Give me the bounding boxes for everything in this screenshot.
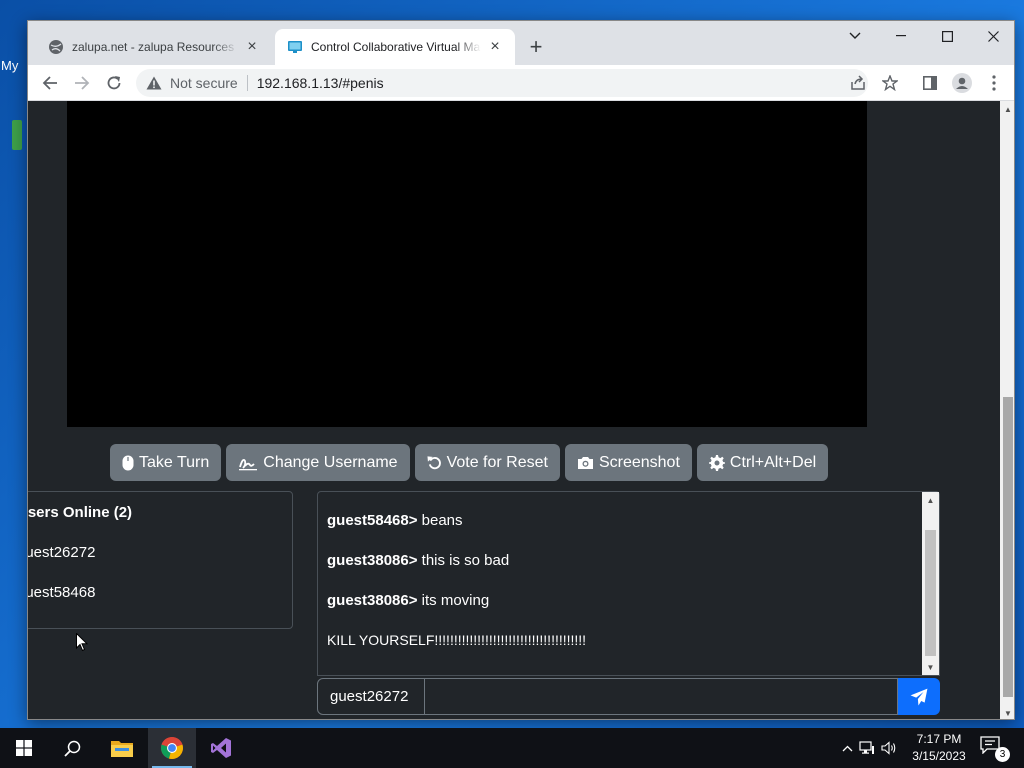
tab-zalupa[interactable]: zalupa.net - zalupa Resources and × [36,29,272,65]
browser-window: zalupa.net - zalupa Resources and × Cont… [27,20,1015,720]
ctrl-alt-del-label: Ctrl+Alt+Del [729,453,817,471]
chat-text: its moving [421,592,490,609]
profile-avatar-icon[interactable] [948,69,976,97]
taskbar-clock[interactable]: 7:17 PM 3/15/2023 [905,731,973,765]
chrome-taskbar-button[interactable] [148,728,196,768]
search-icon [63,740,80,757]
gear-icon [708,454,725,471]
tab-search-icon[interactable] [832,25,878,47]
start-button[interactable] [0,728,48,768]
close-tab-icon[interactable]: × [487,38,503,55]
vote-reset-label: Vote for Reset [446,453,548,471]
take-turn-label: Take Turn [139,453,210,471]
clock-date: 3/15/2023 [912,749,966,763]
change-username-label: Change Username [263,453,398,471]
windows-logo-icon [16,740,32,756]
user-list-item[interactable]: guest58468 [28,584,95,601]
folder-icon [111,741,133,757]
minimize-button[interactable] [878,25,924,47]
network-icon[interactable] [856,741,878,755]
chat-scrollbar[interactable]: ▲ ▼ [922,492,939,675]
screenshot-button[interactable]: Screenshot [564,444,692,481]
close-tab-icon[interactable]: × [244,38,260,55]
chat-scroll-thumb[interactable] [925,530,936,656]
chat-text: this is so bad [421,552,510,569]
tab-title: Control Collaborative Virtual Machine [311,40,481,54]
chat-username: guest58468> [327,512,418,529]
ctrl-alt-del-button[interactable]: Ctrl+Alt+Del [696,444,829,481]
chat-panel: guest58468> beans guest38086> this is so… [317,491,940,676]
tab-strip: zalupa.net - zalupa Resources and × Cont… [28,21,1014,65]
scroll-down-arrow-icon[interactable]: ▼ [922,659,939,675]
warning-icon[interactable] [146,76,162,90]
chat-message: guest38086> its moving [327,592,489,609]
change-username-button[interactable]: Change Username [226,444,410,481]
globe-icon [48,39,64,55]
address-divider [246,75,248,91]
screenshot-label: Screenshot [598,453,680,471]
url-text[interactable]: 192.168.1.13/#penis [257,75,384,91]
notification-count-badge: 3 [995,747,1010,762]
desktop-icon[interactable] [12,120,22,150]
mouse-pointer-icon [76,632,89,657]
camera-icon [577,456,593,469]
scroll-down-arrow-icon[interactable]: ▼ [1000,705,1014,719]
back-button[interactable] [36,69,64,97]
send-button[interactable] [898,678,940,715]
chat-username: guest38086> [327,592,418,609]
vm-button-bar: Take Turn Change Username Vote for Reset… [110,444,829,481]
mouse-icon [122,455,134,470]
close-window-button[interactable] [970,25,1014,47]
taskbar: 7:17 PM 3/15/2023 3 [0,728,1024,768]
chat-text: KILL YOURSELF!!!!!!!!!!!!!!!!!!!!!!!!!!!… [327,632,587,648]
tab-title: zalupa.net - zalupa Resources and [72,40,238,54]
scroll-up-arrow-icon[interactable]: ▲ [1000,101,1014,117]
vm-display[interactable] [67,101,867,427]
menu-kebab-icon[interactable] [980,69,1008,97]
visual-studio-button[interactable] [197,728,245,768]
undo-icon [427,456,441,470]
maximize-button[interactable] [924,25,970,47]
chat-message: guest58468> beans [327,512,463,529]
vote-reset-button[interactable]: Vote for Reset [414,444,560,481]
signature-icon [239,458,258,470]
system-tray [838,728,900,768]
bookmark-star-icon[interactable] [876,69,904,97]
take-turn-button[interactable]: Take Turn [110,444,222,481]
page-scrollbar[interactable]: ▲ ▼ [1000,101,1014,719]
chat-input[interactable] [425,678,898,715]
chat-message: guest38086> this is so bad [327,552,509,569]
browser-toolbar: Not secure 192.168.1.13/#penis [28,65,1014,101]
monitor-icon [287,39,303,55]
chat-message: KILL YOURSELF!!!!!!!!!!!!!!!!!!!!!!!!!!!… [327,632,586,648]
collabvm-page: Take Turn Change Username Vote for Reset… [28,101,1000,719]
security-label[interactable]: Not secure [170,75,238,91]
new-tab-button[interactable]: + [524,34,548,59]
volume-icon[interactable] [878,741,900,755]
chat-username-label: guest26272 [317,678,425,715]
side-panel-icon[interactable] [916,69,944,97]
tab-collabvm[interactable]: Control Collaborative Virtual Machine × [275,29,515,65]
file-explorer-button[interactable] [98,728,146,768]
action-center-button[interactable]: 3 [980,736,1010,762]
reload-button[interactable] [100,69,128,97]
user-list-item[interactable]: guest26272 [28,544,95,561]
chat-text: beans [421,512,463,529]
chat-input-row: guest26272 [317,678,940,715]
scroll-up-arrow-icon[interactable]: ▲ [922,492,939,508]
users-online-panel: Users Online (2) guest26272 guest58468 [28,491,293,629]
chevron-up-icon[interactable] [838,745,856,752]
page-scroll-thumb[interactable] [1003,397,1013,697]
visual-studio-icon [211,738,231,758]
share-icon[interactable] [844,69,872,97]
forward-button[interactable] [68,69,96,97]
address-bar[interactable]: Not secure 192.168.1.13/#penis [136,69,868,97]
paper-plane-icon [910,688,928,705]
search-button[interactable] [48,728,96,768]
desktop-icon-label[interactable]: My [1,58,18,73]
chat-username: guest38086> [327,552,418,569]
clock-time: 7:17 PM [916,732,962,746]
users-online-header: Users Online (2) [28,504,133,521]
chrome-icon [161,737,183,760]
